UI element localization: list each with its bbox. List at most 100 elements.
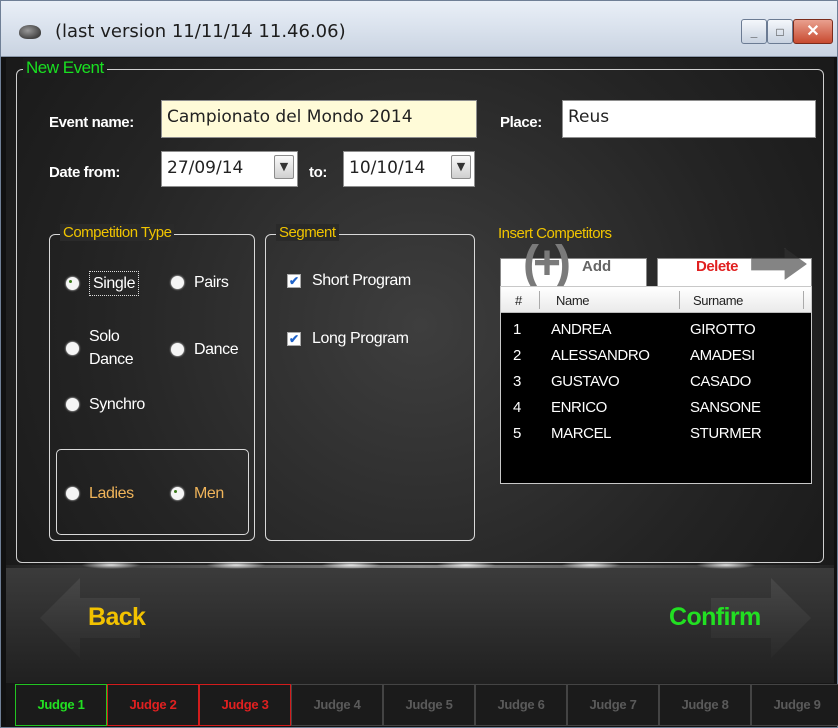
new-event-legend: New Event	[23, 58, 107, 78]
tab-judge-6[interactable]: Judge 6	[475, 684, 567, 726]
radio-label-men: Men	[194, 485, 224, 502]
radio-label-synchro: Synchro	[89, 396, 145, 413]
cell-num: 5	[513, 425, 521, 442]
date-from-value: 27/09/14	[167, 158, 244, 178]
stage-light	[436, 561, 496, 569]
stage-light	[81, 561, 141, 569]
radio-label-dance-line: Dance	[89, 351, 134, 369]
radio-solo-dance[interactable]: Solo Dance	[66, 325, 134, 371]
cell-surname: AMADESI	[690, 347, 755, 364]
column-separator	[803, 291, 804, 309]
radio-single[interactable]: Single	[66, 271, 140, 297]
close-button[interactable]: ✕	[793, 19, 833, 44]
back-button[interactable]: Back	[88, 603, 146, 632]
radio-synchro[interactable]: Synchro	[66, 393, 145, 416]
table-row[interactable]: 3 GUSTAVO CASADO	[501, 369, 811, 395]
radio-label-solo-dance: Solo Dance	[89, 325, 134, 371]
tab-judge-4[interactable]: Judge 4	[291, 684, 383, 726]
client-area: New Event Event name: Campionato del Mon…	[6, 58, 834, 726]
cell-name: MARCEL	[551, 425, 612, 442]
radio-label-ladies: Ladies	[89, 485, 134, 502]
checkbox-check-icon[interactable]: ✔	[287, 331, 301, 346]
stage-light	[696, 561, 756, 569]
chevron-down-icon[interactable]: ▼	[274, 155, 294, 179]
add-icon[interactable]: (+)	[507, 240, 581, 288]
event-name-label: Event name:	[49, 114, 134, 131]
table-header: # Name Surname	[501, 287, 811, 313]
checkbox-short-program[interactable]: ✔ Short Program	[287, 269, 411, 292]
radio-label-dance: Dance	[194, 341, 239, 358]
minimize-button[interactable]: _	[741, 19, 767, 44]
radio-dance[interactable]: Dance	[171, 338, 239, 361]
date-to-value: 10/10/14	[349, 158, 426, 178]
cell-num: 1	[513, 321, 521, 338]
cell-surname: GIROTTO	[690, 321, 756, 338]
table-row[interactable]: 1 ANDREA GIROTTO	[501, 317, 811, 343]
add-button[interactable]: Add	[582, 258, 611, 275]
column-separator	[539, 291, 540, 309]
tab-judge-1[interactable]: Judge 1	[15, 684, 107, 726]
radio-indicator[interactable]	[171, 343, 184, 357]
cell-surname: CASADO	[690, 373, 751, 390]
cell-name: ANDREA	[551, 321, 612, 338]
cell-name: ALESSANDRO	[551, 347, 650, 364]
turtle-icon	[19, 25, 41, 39]
place-label: Place:	[500, 114, 542, 131]
tab-judge-2[interactable]: Judge 2	[107, 684, 199, 726]
date-to-label: to:	[309, 164, 327, 181]
checkbox-long-program[interactable]: ✔ Long Program	[287, 327, 409, 350]
column-num[interactable]: #	[515, 293, 522, 308]
date-from-picker[interactable]: 27/09/14 ▼	[161, 151, 298, 187]
column-surname[interactable]: Surname	[693, 293, 743, 308]
maximize-button[interactable]: □	[767, 19, 793, 44]
event-name-input[interactable]: Campionato del Mondo 2014	[161, 100, 477, 138]
segment-legend: Segment	[276, 224, 339, 241]
cell-num: 3	[513, 373, 521, 390]
title-bar[interactable]: (last version 11/11/14 11.46.06) _ □ ✕	[1, 1, 837, 57]
confirm-button[interactable]: Confirm	[669, 603, 761, 632]
table-row[interactable]: 5 MARCEL STURMER	[501, 421, 811, 447]
window-title: (last version 11/11/14 11.46.06)	[55, 21, 346, 42]
date-to-picker[interactable]: 10/10/14 ▼	[343, 151, 475, 187]
table-row[interactable]: 2 ALESSANDRO AMADESI	[501, 343, 811, 369]
table-row[interactable]: 4 ENRICO SANSONE	[501, 395, 811, 421]
radio-indicator[interactable]	[66, 487, 79, 501]
chevron-down-icon[interactable]: ▼	[451, 155, 471, 179]
judges-tab-strip: Judge 1 Judge 2 Judge 3 Judge 4 Judge 5 …	[15, 684, 838, 726]
tab-judge-7[interactable]: Judge 7	[567, 684, 659, 726]
radio-ladies[interactable]: Ladies	[66, 482, 134, 505]
delete-button[interactable]: Delete	[696, 258, 739, 275]
column-separator	[679, 291, 680, 309]
cell-num: 2	[513, 347, 521, 364]
app-window: (last version 11/11/14 11.46.06) _ □ ✕ N…	[0, 0, 838, 728]
radio-label-pairs: Pairs	[194, 274, 229, 291]
cell-surname: SANSONE	[690, 399, 761, 416]
competitors-table[interactable]: # Name Surname 1 ANDREA GIROTTO 2 ALESSA…	[500, 286, 812, 484]
competition-type-legend: Competition Type	[60, 224, 175, 241]
date-from-label: Date from:	[49, 164, 121, 181]
place-input[interactable]: Reus	[562, 100, 816, 138]
checkbox-label-long: Long Program	[312, 330, 409, 347]
checkbox-label-short: Short Program	[312, 272, 411, 289]
cell-name: GUSTAVO	[551, 373, 620, 390]
cell-num: 4	[513, 399, 521, 416]
tab-judge-8[interactable]: Judge 8	[659, 684, 751, 726]
column-name[interactable]: Name	[556, 293, 589, 308]
tab-judge-5[interactable]: Judge 5	[383, 684, 475, 726]
radio-label-single: Single	[89, 271, 140, 297]
radio-pairs[interactable]: Pairs	[171, 271, 229, 294]
radio-indicator[interactable]	[66, 398, 79, 412]
tab-judge-9[interactable]: Judge 9	[751, 684, 838, 726]
radio-indicator[interactable]	[171, 487, 184, 501]
stage-light	[206, 561, 266, 569]
radio-indicator[interactable]	[66, 341, 79, 355]
cell-name: ENRICO	[551, 399, 607, 416]
checkbox-check-icon[interactable]: ✔	[287, 273, 301, 288]
stage-light	[561, 561, 621, 569]
radio-indicator[interactable]	[171, 276, 184, 290]
cell-surname: STURMER	[690, 425, 762, 442]
radio-men[interactable]: Men	[171, 482, 224, 505]
radio-indicator[interactable]	[66, 277, 79, 291]
tab-judge-3[interactable]: Judge 3	[199, 684, 291, 726]
stage-light	[321, 561, 381, 569]
